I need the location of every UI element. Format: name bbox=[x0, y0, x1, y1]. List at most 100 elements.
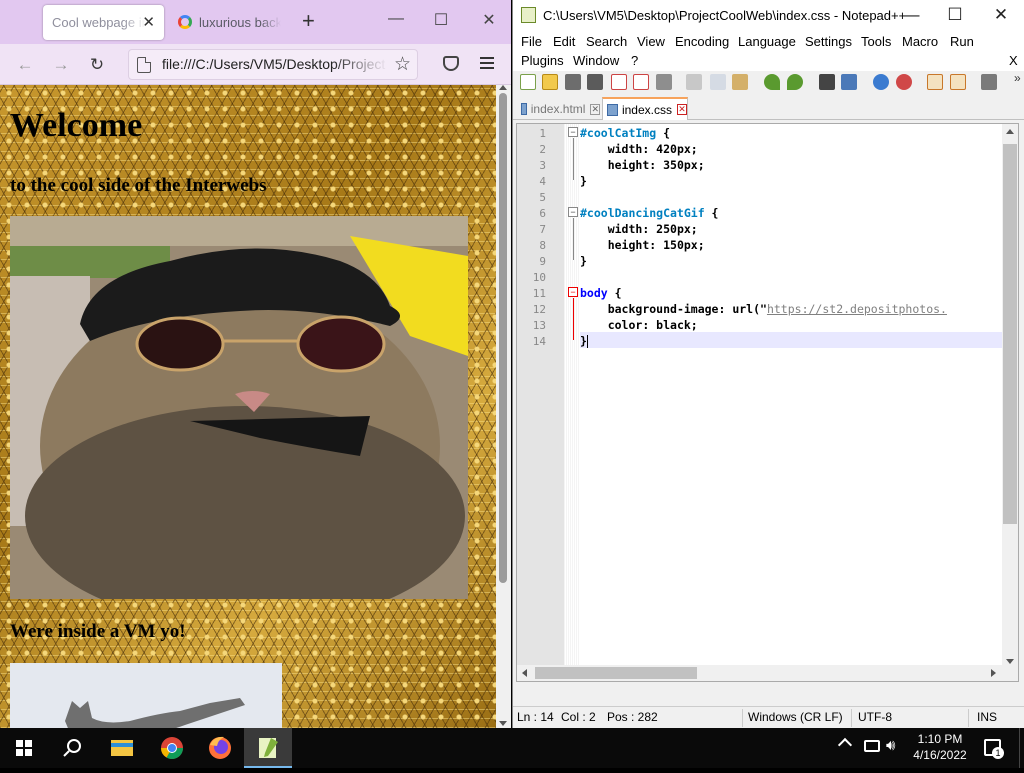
tab-close-icon[interactable]: ✕ bbox=[142, 13, 155, 31]
close-file-icon[interactable] bbox=[611, 74, 627, 90]
new-tab-button[interactable]: + bbox=[302, 8, 315, 34]
reload-icon[interactable]: ↻ bbox=[85, 53, 109, 77]
menu-tools[interactable]: Tools bbox=[861, 34, 891, 49]
css-property: width bbox=[607, 142, 643, 156]
bookmark-star-icon[interactable]: ☆ bbox=[394, 53, 411, 76]
scrollbar-thumb[interactable] bbox=[1003, 144, 1017, 524]
menu-help[interactable]: ? bbox=[631, 53, 638, 68]
paste-icon[interactable] bbox=[732, 74, 748, 90]
css-property: height bbox=[607, 158, 650, 172]
code-line: height: 150px; bbox=[580, 238, 705, 252]
tab-index-css[interactable]: index.css ✕ bbox=[602, 97, 688, 120]
fold-toggle-icon[interactable]: − bbox=[568, 127, 578, 137]
menu-file[interactable]: File bbox=[521, 34, 542, 49]
menu-view[interactable]: View bbox=[637, 34, 665, 49]
notification-count-badge: 1 bbox=[992, 747, 1004, 759]
back-arrow-icon[interactable]: ← bbox=[13, 53, 37, 77]
forward-arrow-icon[interactable]: → bbox=[49, 53, 73, 77]
menu-window[interactable]: Window bbox=[573, 53, 619, 68]
firefox-button[interactable] bbox=[196, 728, 244, 768]
start-button[interactable] bbox=[0, 728, 48, 768]
url-text[interactable]: file:///C:/Users/VM5/Desktop/Project bbox=[162, 56, 388, 72]
file-explorer-button[interactable] bbox=[98, 728, 146, 768]
code-token: } bbox=[580, 334, 587, 348]
chrome-button[interactable] bbox=[148, 728, 196, 768]
toolbar-overflow-icon[interactable]: » bbox=[1014, 71, 1021, 85]
window-title: C:\Users\VM5\Desktop\ProjectCoolWeb\inde… bbox=[543, 8, 907, 23]
fold-toggle-icon[interactable]: − bbox=[568, 287, 578, 297]
menu-edit[interactable]: Edit bbox=[553, 34, 575, 49]
browser-tab-active[interactable]: Cool webpage in ✕ bbox=[43, 5, 164, 40]
redo-icon[interactable] bbox=[787, 74, 803, 90]
print-icon[interactable] bbox=[656, 74, 672, 90]
save-all-icon[interactable] bbox=[587, 74, 603, 90]
tab-close-icon[interactable]: ✕ bbox=[676, 104, 687, 115]
menu-run[interactable]: Run bbox=[950, 34, 974, 49]
scroll-left-arrow-icon[interactable] bbox=[522, 669, 527, 677]
css-url-string: https://st2.depositphotos. bbox=[766, 302, 947, 316]
scroll-up-arrow-icon[interactable] bbox=[1006, 129, 1014, 134]
search-button[interactable] bbox=[48, 728, 96, 768]
code-line: body { bbox=[580, 286, 622, 300]
code-token: { bbox=[704, 206, 719, 220]
menu-hamburger-icon[interactable] bbox=[480, 57, 494, 69]
tab-index-html[interactable]: index.html ✕ bbox=[517, 98, 600, 120]
status-divider bbox=[742, 709, 743, 727]
url-bar[interactable]: file:///C:/Users/VM5/Desktop/Project ☆ bbox=[128, 49, 418, 80]
pocket-icon[interactable] bbox=[443, 56, 459, 71]
scroll-up-arrow-icon[interactable] bbox=[499, 85, 507, 90]
tab-label: index.css bbox=[621, 102, 672, 117]
search-icon bbox=[63, 739, 81, 757]
volume-icon[interactable]: 🔊︎ bbox=[886, 737, 895, 754]
close-all-icon[interactable] bbox=[633, 74, 649, 90]
scrollbar-thumb[interactable] bbox=[499, 93, 507, 583]
show-desktop-button[interactable] bbox=[1019, 728, 1024, 768]
scroll-right-arrow-icon[interactable] bbox=[991, 669, 996, 677]
find-icon[interactable] bbox=[819, 74, 835, 90]
scrollbar-thumb[interactable] bbox=[535, 667, 697, 679]
new-file-icon[interactable] bbox=[520, 74, 536, 90]
undo-icon[interactable] bbox=[764, 74, 780, 90]
zoom-out-icon[interactable] bbox=[896, 74, 912, 90]
network-icon[interactable] bbox=[864, 740, 880, 752]
word-wrap-icon[interactable] bbox=[981, 74, 997, 90]
code-editor[interactable]: 1 2 3 4 5 6 7 8 9 10 11 12 13 14 − − − #… bbox=[516, 123, 1019, 682]
menu-encoding[interactable]: Encoding bbox=[675, 34, 729, 49]
menu-settings[interactable]: Settings bbox=[805, 34, 852, 49]
close-button[interactable]: ✕ bbox=[474, 10, 504, 30]
cut-icon[interactable] bbox=[686, 74, 702, 90]
line-number: 13 bbox=[532, 319, 546, 332]
clock-time: 1:10 PM bbox=[917, 732, 963, 746]
tab-close-icon[interactable]: ✕ bbox=[590, 103, 600, 115]
sync-scroll-icon[interactable] bbox=[927, 74, 943, 90]
menu-search[interactable]: Search bbox=[586, 34, 627, 49]
horizontal-scrollbar[interactable] bbox=[517, 665, 1018, 681]
minimize-button[interactable]: — bbox=[381, 10, 411, 28]
menu-language[interactable]: Language bbox=[738, 34, 796, 49]
zoom-in-icon[interactable] bbox=[873, 74, 889, 90]
minimize-button[interactable]: — bbox=[899, 5, 923, 25]
maximize-button[interactable]: ☐ bbox=[426, 10, 456, 30]
browser-tab[interactable]: luxurious backgr bbox=[168, 5, 288, 40]
maximize-button[interactable]: ☐ bbox=[943, 5, 967, 25]
save-icon[interactable] bbox=[565, 74, 581, 90]
clock[interactable]: 1:10 PM 4/16/2022 bbox=[909, 731, 971, 763]
replace-icon[interactable] bbox=[841, 74, 857, 90]
code-line: width: 420px; bbox=[580, 142, 698, 156]
show-hidden-icons-icon[interactable] bbox=[837, 737, 853, 753]
open-file-icon[interactable] bbox=[542, 74, 558, 90]
page-scrollbar[interactable] bbox=[496, 85, 511, 728]
menu-macro[interactable]: Macro bbox=[902, 34, 938, 49]
vertical-scrollbar[interactable] bbox=[1002, 124, 1018, 667]
scroll-down-arrow-icon[interactable] bbox=[499, 721, 507, 726]
scroll-down-arrow-icon[interactable] bbox=[1006, 659, 1014, 664]
notepad-plus-plus-button[interactable] bbox=[244, 728, 292, 768]
notifications-button[interactable]: 1 bbox=[984, 739, 1004, 759]
code-line: #coolCatImg { bbox=[580, 126, 670, 140]
close-button[interactable]: ✕ bbox=[989, 5, 1013, 25]
copy-icon[interactable] bbox=[710, 74, 726, 90]
sync-scroll-horizontal-icon[interactable] bbox=[950, 74, 966, 90]
close-document-button[interactable]: X bbox=[1009, 53, 1018, 68]
fold-toggle-icon[interactable]: − bbox=[568, 207, 578, 217]
menu-plugins[interactable]: Plugins bbox=[521, 53, 564, 68]
